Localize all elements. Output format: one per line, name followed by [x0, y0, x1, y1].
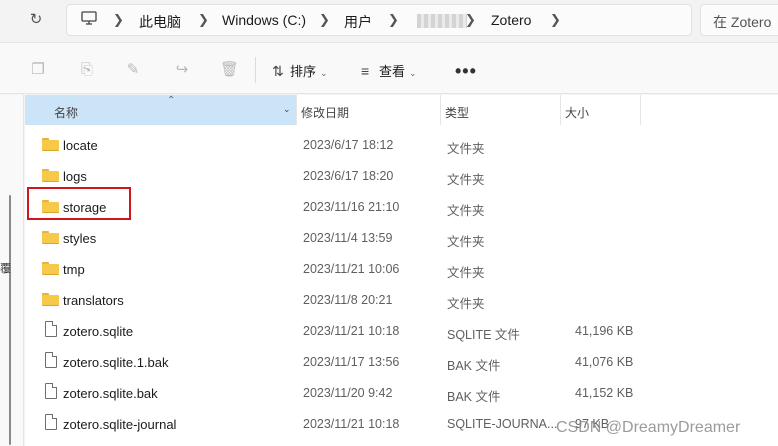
table-row[interactable]: zotero.sqlite.1.bak 2023/11/17 13:56 BAK 文…	[25, 346, 778, 377]
annotation-highlight-box	[27, 187, 131, 220]
chevron-down-icon: ⌄	[409, 68, 417, 78]
sort-button[interactable]: ⇅ 排序 ⌄	[272, 61, 328, 81]
chevron-right-icon[interactable]: ❯	[319, 12, 330, 28]
table-row[interactable]: tmp 2023/11/21 10:06 文件夹	[25, 253, 778, 284]
file-date: 2023/11/4 13:59	[303, 231, 393, 245]
column-header-name-label: 名称	[54, 106, 79, 120]
file-type: 文件夹	[447, 266, 485, 280]
breadcrumb[interactable]: ❯ 此电脑 ❯ Windows (C:) ❯ 用户 ❯ ❯ Zotero ❯	[66, 4, 692, 36]
file-name: translators	[63, 293, 124, 308]
file-date: 2023/11/16 21:10	[303, 200, 400, 214]
paste-icon[interactable]: ⎘	[78, 61, 96, 79]
file-type: 文件夹	[447, 142, 485, 156]
refresh-icon[interactable]: ↻	[26, 10, 46, 30]
nav-scrollbar[interactable]	[9, 195, 11, 445]
file-date: 2023/11/21 10:06	[303, 262, 400, 276]
sort-icon: ⇅	[272, 63, 284, 79]
file-date: 2023/11/20 9:42	[303, 386, 393, 400]
table-row[interactable]: locate 2023/6/17 18:12 文件夹	[25, 129, 778, 160]
file-name: logs	[63, 169, 87, 184]
watermark: CSDN @DreamyDreamer	[556, 419, 741, 436]
view-icon: ≡	[361, 63, 370, 79]
file-list: 名称 ⌃ ⌄ 修改日期 类型 大小 locate 2023/6/17 18:12 文…	[25, 95, 778, 446]
file-date: 2023/11/21 10:18	[303, 417, 400, 431]
file-type: 文件夹	[447, 204, 485, 218]
file-type: 文件夹	[447, 173, 485, 187]
share-icon[interactable]: ↪	[173, 61, 191, 79]
file-date: 2023/6/17 18:12	[303, 138, 394, 152]
computer-icon[interactable]	[81, 11, 97, 28]
file-icon	[45, 352, 57, 368]
breadcrumb-item-zotero[interactable]: Zotero	[491, 12, 531, 28]
file-name: zotero.sqlite	[63, 324, 134, 339]
column-header-date[interactable]: 修改日期	[297, 95, 441, 125]
file-type: 文件夹	[447, 235, 485, 249]
chevron-down-icon: ⌄	[320, 68, 328, 78]
chevron-right-icon[interactable]: ❯	[388, 12, 399, 28]
table-row[interactable]: zotero.sqlite.bak 2023/11/20 9:42 BAK 文件 41…	[25, 377, 778, 408]
file-name: tmp	[63, 262, 85, 277]
column-header-row: 名称 ⌃ ⌄ 修改日期 类型 大小	[25, 95, 778, 125]
table-row[interactable]: styles 2023/11/4 13:59 文件夹	[25, 222, 778, 253]
file-size: 41,152 KB	[575, 386, 634, 400]
column-header-type-label: 类型	[445, 106, 470, 120]
file-name: zotero.sqlite.1.bak	[63, 355, 169, 370]
delete-icon[interactable]: 🗑	[220, 61, 239, 79]
chevron-right-icon[interactable]: ❯	[198, 12, 209, 28]
view-button[interactable]: ≡ 查看 ⌄	[361, 61, 417, 81]
breadcrumb-item-c-drive[interactable]: Windows (C:)	[222, 12, 306, 28]
file-size: 41,196 KB	[575, 324, 634, 338]
table-row[interactable]: translators 2023/11/8 20:21 文件夹	[25, 284, 778, 315]
file-name: zotero.sqlite-journal	[63, 417, 177, 432]
table-row[interactable]: logs 2023/6/17 18:20 文件夹	[25, 160, 778, 191]
command-bar: ❐ ⎘ ✎ ↪ 🗑 ⇅ 排序 ⌄ ≡ 查看 ⌄ •••	[0, 42, 778, 94]
navigation-pane[interactable]: 覆	[0, 95, 24, 446]
chevron-right-icon[interactable]: ❯	[550, 12, 561, 28]
file-icon	[45, 414, 57, 430]
file-icon	[45, 383, 57, 399]
folder-icon	[42, 293, 59, 306]
nav-item-label[interactable]: 覆	[0, 260, 11, 276]
file-date: 2023/11/17 13:56	[303, 355, 400, 369]
file-type: SQLITE 文件	[447, 328, 520, 342]
breadcrumb-item-users[interactable]: 用户	[344, 12, 372, 32]
breadcrumb-item-this-pc[interactable]: 此电脑	[139, 12, 181, 32]
column-header-date-label: 修改日期	[301, 106, 350, 120]
column-header-name[interactable]: 名称 ⌃ ⌄	[25, 95, 297, 125]
column-header-size-label: 大小	[565, 106, 590, 120]
sort-label: 排序	[290, 64, 317, 79]
search-input[interactable]: 在 Zotero	[700, 4, 778, 36]
table-row[interactable]: storage 2023/11/16 21:10 文件夹	[25, 191, 778, 222]
more-options-button[interactable]: •••	[455, 61, 477, 82]
chevron-right-icon[interactable]: ❯	[113, 12, 124, 28]
file-date: 2023/11/8 20:21	[303, 293, 393, 307]
chevron-down-icon[interactable]: ⌄	[283, 104, 291, 115]
file-type: BAK 文件	[447, 390, 501, 404]
chevron-right-icon[interactable]: ❯	[465, 12, 476, 28]
folder-icon	[42, 262, 59, 275]
rename-icon[interactable]: ✎	[124, 61, 142, 79]
address-bar: ↻ ❯ 此电脑 ❯ Windows (C:) ❯ 用户 ❯ ❯ Zotero ❯…	[0, 0, 778, 42]
file-type: BAK 文件	[447, 359, 501, 373]
column-header-size[interactable]: 大小	[561, 95, 641, 125]
file-icon	[45, 321, 57, 337]
file-name: locate	[63, 138, 98, 153]
file-size: 41,076 KB	[575, 355, 634, 369]
table-row[interactable]: zotero.sqlite 2023/11/21 10:18 SQLITE 文件 41…	[25, 315, 778, 346]
folder-icon	[42, 169, 59, 182]
file-name: zotero.sqlite.bak	[63, 386, 158, 401]
folder-icon	[42, 138, 59, 151]
file-date: 2023/6/17 18:20	[303, 169, 394, 183]
file-name: styles	[63, 231, 97, 246]
blurred-username[interactable]	[417, 14, 467, 28]
view-label: 查看	[379, 64, 406, 79]
sort-ascending-icon: ⌃	[167, 95, 176, 106]
file-date: 2023/11/21 10:18	[303, 324, 400, 338]
folder-icon	[42, 231, 59, 244]
toolbar-divider	[255, 57, 256, 83]
column-header-type[interactable]: 类型	[441, 95, 561, 125]
file-type: 文件夹	[447, 297, 485, 311]
file-type: SQLITE-JOURNA...	[447, 417, 558, 431]
copy-icon[interactable]: ❐	[29, 61, 47, 79]
